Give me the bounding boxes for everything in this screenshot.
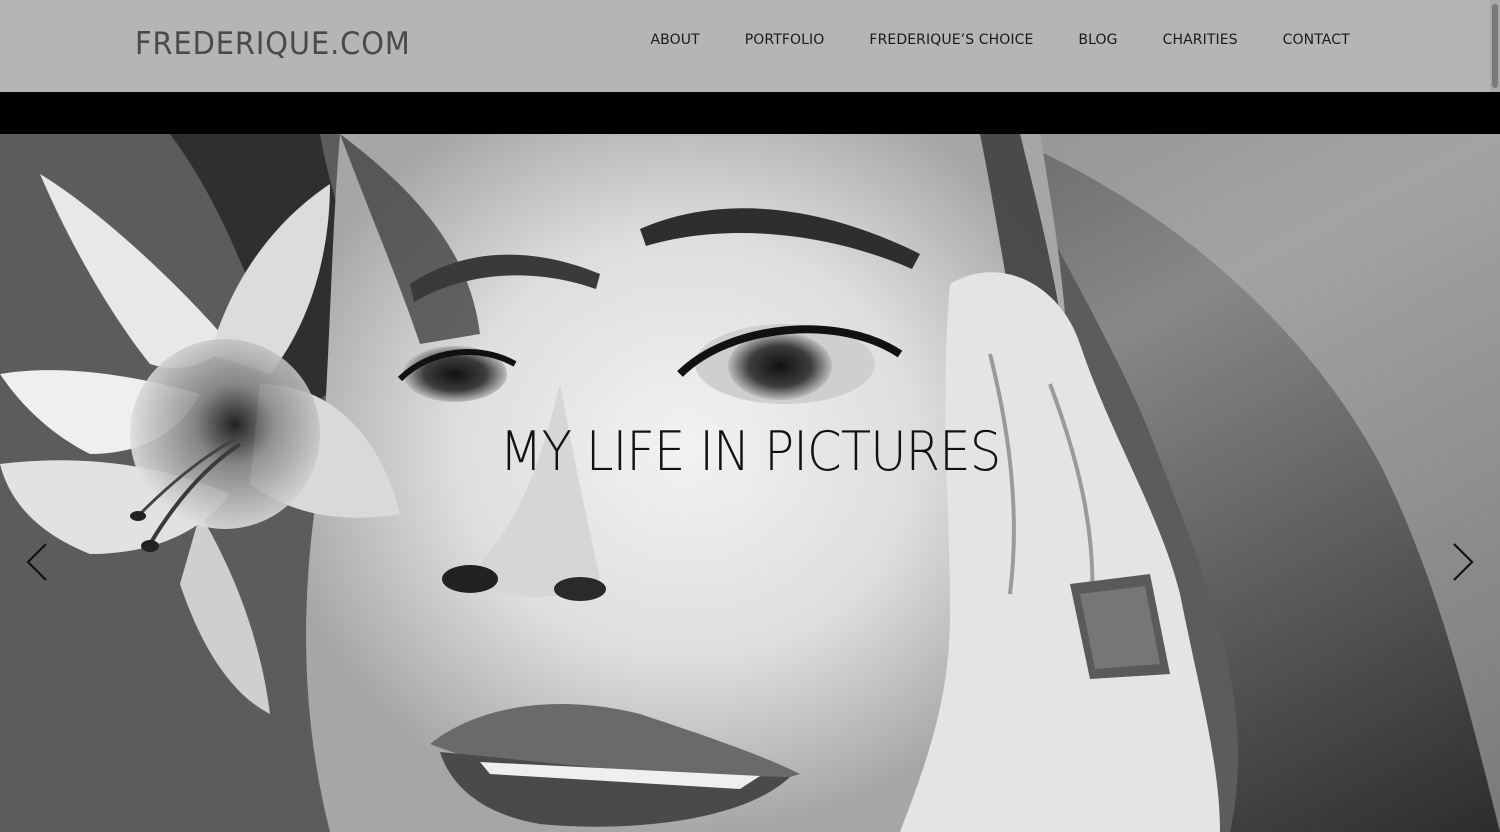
site-logo[interactable]: FREDERIQUE.COM — [135, 26, 411, 62]
slideshow-next-button[interactable] — [1442, 540, 1482, 584]
main-nav: ABOUT PORTFOLIO FREDERIQUE’S CHOICE BLOG… — [628, 30, 1372, 50]
hero-title: MY LIFE IN PICTURES — [499, 420, 1002, 483]
nav-item-blog[interactable]: BLOG — [1056, 30, 1140, 50]
nav-item-contact[interactable]: CONTACT — [1260, 30, 1372, 50]
chevron-right-icon — [1453, 543, 1474, 581]
nav-item-portfolio[interactable]: PORTFOLIO — [722, 30, 847, 50]
page: FREDERIQUE.COM ABOUT PORTFOLIO FREDERIQU… — [0, 0, 1500, 832]
nav-item-charities[interactable]: CHARITIES — [1140, 30, 1260, 50]
slideshow-prev-button[interactable] — [18, 540, 58, 584]
chevron-left-icon — [26, 543, 47, 581]
header-band — [0, 92, 1500, 134]
nav-item-frederiques-choice[interactable]: FREDERIQUE’S CHOICE — [847, 30, 1056, 50]
site-header: FREDERIQUE.COM ABOUT PORTFOLIO FREDERIQU… — [0, 0, 1500, 92]
hero-slideshow: MY LIFE IN PICTURES — [0, 134, 1500, 832]
scrollbar-thumb[interactable] — [1492, 4, 1498, 88]
scrollbar[interactable] — [1490, 0, 1500, 92]
nav-item-about[interactable]: ABOUT — [628, 30, 722, 50]
